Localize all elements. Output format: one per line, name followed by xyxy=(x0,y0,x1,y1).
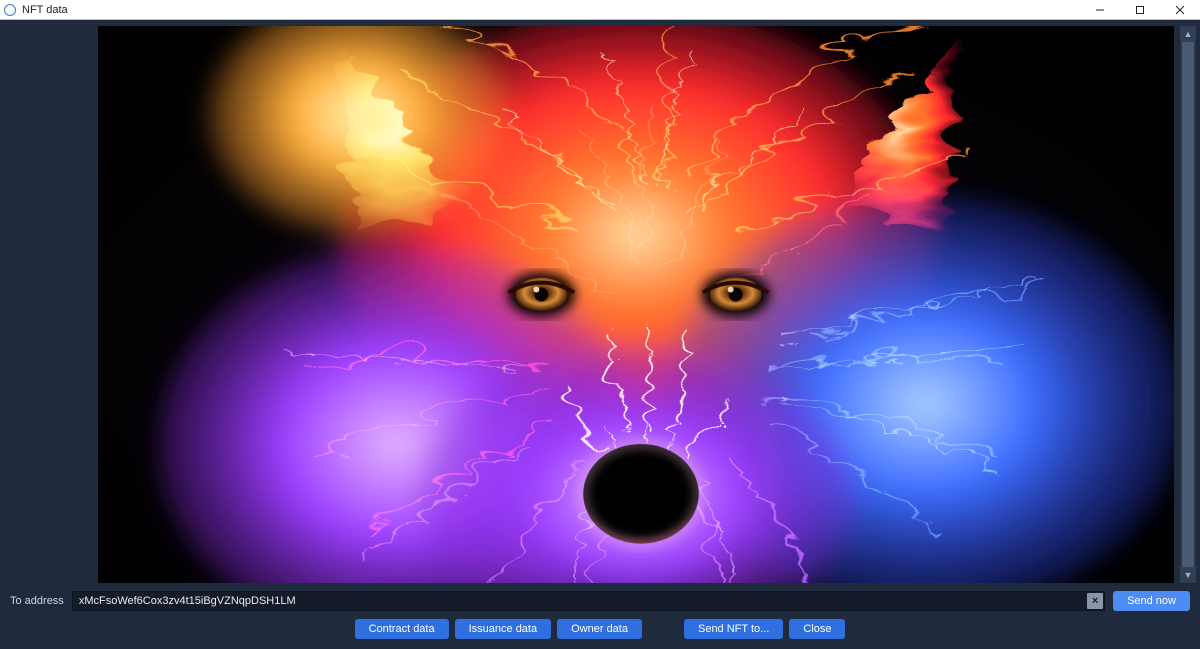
app-icon xyxy=(4,4,16,16)
send-nft-to-button[interactable]: Send NFT to... xyxy=(684,619,783,639)
vertical-scrollbar[interactable]: ▲ ▼ xyxy=(1180,26,1196,583)
owner-data-button[interactable]: Owner data xyxy=(557,619,642,639)
scroll-thumb[interactable] xyxy=(1182,42,1194,567)
scroll-up-icon[interactable]: ▲ xyxy=(1180,26,1196,42)
nft-image xyxy=(98,26,1174,583)
scroll-track[interactable] xyxy=(1180,42,1196,567)
window-title: NFT data xyxy=(22,4,68,16)
data-buttons-group: Contract data Issuance data Owner data xyxy=(355,619,642,639)
action-buttons-group: Send NFT to... Close xyxy=(684,619,845,639)
address-row: To address × Send now xyxy=(0,587,1200,615)
title-bar: NFT data xyxy=(0,0,1200,20)
issuance-data-button[interactable]: Issuance data xyxy=(455,619,552,639)
content-area: ▲ ▼ xyxy=(0,20,1200,587)
contract-data-button[interactable]: Contract data xyxy=(355,619,449,639)
send-now-button[interactable]: Send now xyxy=(1113,591,1190,611)
maximize-button[interactable] xyxy=(1120,0,1160,20)
clear-input-button[interactable]: × xyxy=(1087,593,1103,609)
scroll-down-icon[interactable]: ▼ xyxy=(1180,567,1196,583)
address-input-wrap: × xyxy=(72,591,1105,611)
minimize-button[interactable] xyxy=(1080,0,1120,20)
close-window-button[interactable] xyxy=(1160,0,1200,20)
action-button-row: Contract data Issuance data Owner data S… xyxy=(0,615,1200,649)
to-address-label: To address xyxy=(10,595,64,607)
close-button[interactable]: Close xyxy=(789,619,845,639)
to-address-input[interactable] xyxy=(72,591,1105,611)
